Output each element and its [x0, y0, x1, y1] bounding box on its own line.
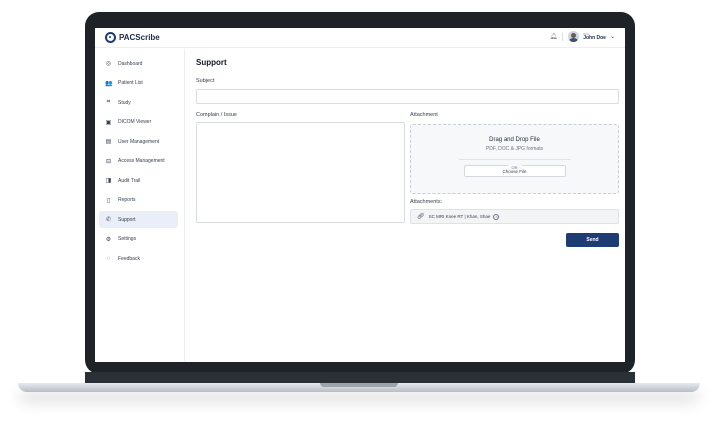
user-name: John Doe [583, 34, 606, 41]
viewer-icon: ▣ [105, 119, 112, 126]
settings-icon: ⚙ [105, 236, 112, 243]
sidebar-item-user-management[interactable]: ▤ User Management [99, 133, 178, 150]
study-icon: ⌗ [106, 99, 111, 105]
avatar[interactable] [568, 31, 580, 42]
sidebar: ◎ Dashboard 👥 Patient List ⌗ Study ▣ DICOM View… [95, 49, 185, 362]
dashboard-icon: ◎ [105, 61, 112, 67]
sidebar-item-dicom-viewer[interactable]: ▣ DICOM Viewer [99, 114, 178, 131]
remove-attachment-icon[interactable]: × [493, 213, 500, 220]
sidebar-item-label: Audit Trail [118, 177, 141, 184]
patients-icon: 👥 [105, 80, 113, 87]
feedback-icon: ◌ [106, 255, 111, 262]
paperclip-icon: 🔗︎ [417, 214, 425, 220]
attachments-label: Attachments: [410, 199, 443, 205]
reports-icon: ▯ [106, 197, 111, 204]
logo-icon [105, 32, 116, 43]
divider [562, 32, 564, 41]
user-menu[interactable]: Role John Doe [583, 32, 606, 41]
sidebar-item-label: Study [118, 99, 131, 106]
attachment-file-name[interactable]: SC MRI Knee RT | Khan, Shae [429, 214, 491, 219]
sidebar-item-patient-list[interactable]: 👥 Patient List [99, 75, 178, 92]
attachment-item: 🔗︎ SC MRI Knee RT | Khan, Shae × [410, 209, 619, 224]
sidebar-item-settings[interactable]: ⚙ Settings [99, 231, 178, 248]
sidebar-item-reports[interactable]: ▯ Reports [99, 192, 178, 209]
sidebar-item-label: Patient List [118, 80, 143, 86]
bell-icon[interactable]: 🔔︎ [550, 33, 558, 40]
or-label: OR [507, 165, 522, 170]
brand-name: PACScribe [119, 33, 160, 42]
sidebar-item-label: Access Management [118, 158, 165, 164]
sidebar-item-label: Dashboard [118, 60, 143, 67]
page-title: Support [196, 58, 227, 67]
sidebar-item-label: DICOM Viewer [118, 119, 152, 125]
subject-label: Subject [196, 78, 215, 84]
brand[interactable]: PACScribe [105, 32, 160, 43]
dropzone-subtitle: PDF, DOC & JPG formats [485, 146, 544, 152]
or-divider: OR [458, 156, 571, 170]
phone-icon: ✆ [105, 217, 112, 223]
access-icon: ⊟ [105, 158, 112, 165]
sidebar-item-audit-trail[interactable]: ◨ Audit Trail [99, 172, 178, 189]
sidebar-item-study[interactable]: ⌗ Study [99, 94, 178, 111]
sidebar-item-label: Support [118, 216, 136, 223]
support-form: Support Subject Complain / Issue Attachm… [196, 58, 619, 247]
sidebar-item-dashboard[interactable]: ◎ Dashboard [99, 55, 178, 72]
sidebar-item-label: User Management [118, 138, 160, 145]
audit-icon: ◨ [105, 178, 112, 184]
attachment-label: Attachment [410, 112, 438, 118]
chevron-down-icon[interactable]: ⌄ [610, 33, 615, 40]
dropzone-title: Drag and Drop File [489, 137, 540, 143]
sidebar-item-support[interactable]: ✆ Support [99, 211, 178, 228]
app-screen: PACScribe 🔔︎ Role John Doe ⌄ ◎ Dashboard 👥… [95, 28, 625, 362]
send-button[interactable]: Send [566, 233, 619, 247]
sidebar-item-label: Settings [118, 236, 137, 242]
complain-textarea[interactable] [196, 122, 405, 223]
file-dropzone[interactable]: Drag and Drop File PDF, DOC & JPG format… [410, 124, 619, 194]
sidebar-item-label: Feedback [118, 255, 140, 262]
complain-label: Complain / Issue [196, 112, 237, 118]
sidebar-item-feedback[interactable]: ◌ Feedback [99, 250, 178, 267]
subject-input[interactable] [196, 89, 619, 104]
user-management-icon: ▤ [105, 139, 112, 145]
laptop-notch [320, 383, 398, 387]
top-bar: PACScribe 🔔︎ Role John Doe ⌄ [95, 28, 625, 48]
sidebar-item-access-management[interactable]: ⊟ Access Management [99, 153, 178, 170]
sidebar-item-label: Reports [118, 197, 136, 203]
